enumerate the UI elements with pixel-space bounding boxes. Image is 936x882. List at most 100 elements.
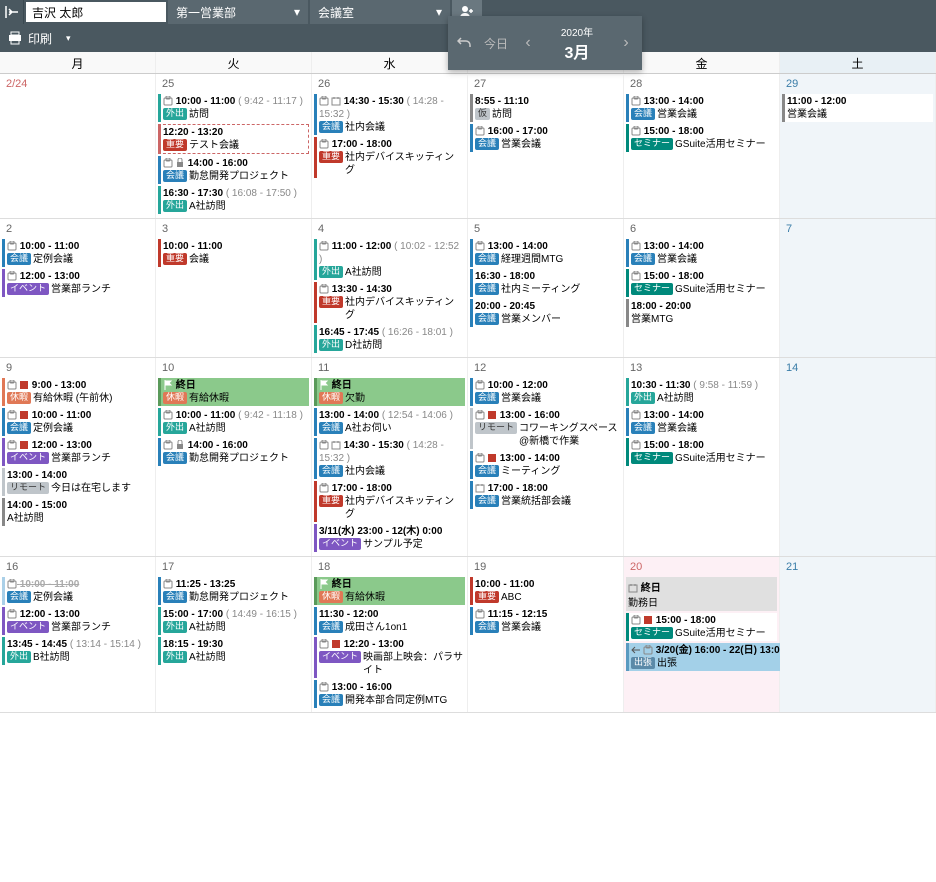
calendar-event[interactable]: 15:00 - 18:00セミナーGSuite活用セミナー <box>626 438 777 466</box>
calendar-event[interactable]: 15:00 - 18:00セミナーGSuite活用セミナー <box>626 124 777 152</box>
calendar-event[interactable]: 終日休暇有給休暇 <box>158 378 309 406</box>
event-title: 営業会議 <box>657 108 775 121</box>
calendar-event[interactable]: 13:00 - 16:00リモートコワーキングスペース@新橋で作業 <box>470 408 621 449</box>
calendar-event[interactable]: 10:00 - 11:00重要会議 <box>158 239 309 267</box>
calendar-event[interactable]: 14:00 - 15:00A社訪問 <box>2 498 153 526</box>
calendar-event[interactable]: 3/11(水) 23:00 - 12(木) 0:00イベントサンプル予定 <box>314 524 465 552</box>
day-cell[interactable]: 2 10:00 - 11:00会議定例会議 12:00 - 13:00イベント営… <box>0 219 156 357</box>
calendar-event[interactable]: 16:30 - 18:00会議社内ミーティング <box>470 269 621 297</box>
day-cell[interactable]: 6 13:00 - 14:00会議営業会議 15:00 - 18:00セミナーG… <box>624 219 780 357</box>
calendar-event[interactable]: 16:00 - 17:00会議営業会議 <box>470 124 621 152</box>
day-cell[interactable]: 7 <box>780 219 936 357</box>
calendar-event[interactable]: 10:30 - 11:30 ( 9:58 - 11:59 )外出A社訪問 <box>626 378 777 406</box>
calendar-event[interactable]: 13:00 - 14:00 ( 12:54 - 14:06 )会議A社お伺い <box>314 408 465 436</box>
toolbar: 印刷 ▾ 今日 ‹ 2020年 3月 › <box>0 24 936 52</box>
day-cell[interactable]: 18 終日休暇有給休暇11:30 - 12:00会議成田さん1on1 12:20… <box>312 557 468 712</box>
day-cell[interactable]: 21 <box>780 557 936 712</box>
calendar-event[interactable]: 17:00 - 18:00会議営業統括部会議 <box>470 481 621 509</box>
calendar-event[interactable]: 15:00 - 17:00 ( 14:49 - 16:15 )外出A社訪問 <box>158 607 309 635</box>
day-cell[interactable]: 4 11:00 - 12:00 ( 10:02 - 12:52 )外出A社訪問 … <box>312 219 468 357</box>
day-cell[interactable]: 28 13:00 - 14:00会議営業会議 15:00 - 18:00セミナー… <box>624 74 780 218</box>
user-name-field[interactable]: 吉沢 太郎 <box>26 2 166 22</box>
calendar-event[interactable]: 11:00 - 12:00営業会議 <box>782 94 933 122</box>
event-title: 定例会議 <box>33 253 151 266</box>
calendar-event[interactable]: 8:55 - 11:10仮訪問 <box>470 94 621 122</box>
event-title: GSuite活用セミナー <box>675 283 775 296</box>
day-cell[interactable]: 16 10:00 - 11:00会議定例会議 12:00 - 13:00イベント… <box>0 557 156 712</box>
prev-month-button[interactable]: ‹ <box>512 16 544 70</box>
calendar-event[interactable]: 10:00 - 11:00重要ABC <box>470 577 621 605</box>
calendar-event[interactable]: 10:00 - 11:00会議定例会議 <box>2 239 153 267</box>
day-cell[interactable]: 2/24 <box>0 74 156 218</box>
calendar-event[interactable]: 18:15 - 19:30外出A社訪問 <box>158 637 309 665</box>
calendar-event[interactable]: 10:00 - 11:00会議定例会議 <box>2 577 153 605</box>
calendar-event[interactable]: 11:15 - 12:15会議営業会議 <box>470 607 621 635</box>
calendar-event[interactable]: 9:00 - 13:00休暇有給休暇 (午前休) <box>2 378 153 406</box>
calendar-event[interactable]: 13:45 - 14:45 ( 13:14 - 15:14 )外出B社訪問 <box>2 637 153 665</box>
calendar-event[interactable]: 13:00 - 14:00会議営業会議 <box>626 94 777 122</box>
calendar-event[interactable]: 15:00 - 18:00セミナーGSuite活用セミナー <box>626 613 777 641</box>
event-tag: リモート <box>475 422 517 434</box>
calendar-event[interactable]: 12:20 - 13:20重要テスト会議 <box>158 124 309 154</box>
day-number: 19 <box>470 559 621 575</box>
calendar-event[interactable]: 11:25 - 13:25会議勤怠開発プロジェクト <box>158 577 309 605</box>
day-cell[interactable]: 2911:00 - 12:00営業会議 <box>780 74 936 218</box>
department-dropdown[interactable]: 第一営業部 ▾ <box>168 0 308 24</box>
calendar-event[interactable]: 17:00 - 18:00重要社内デバイスキッティング <box>314 137 465 178</box>
today-button[interactable]: 今日 <box>480 16 512 70</box>
calendar-event[interactable]: 12:00 - 13:00イベント営業部ランチ <box>2 607 153 635</box>
calendar-event[interactable]: 14:30 - 15:30 ( 14:28 - 15:32 )会議社内会議 <box>314 94 465 135</box>
calendar-event[interactable]: 11:30 - 12:00会議成田さん1on1 <box>314 607 465 635</box>
calendar-event[interactable]: 10:00 - 11:00 ( 9:42 - 11:18 )外出A社訪問 <box>158 408 309 436</box>
calendar-event[interactable]: 10:00 - 12:00会議営業会議 <box>470 378 621 406</box>
day-cell[interactable]: 19 10:00 - 11:00重要ABC 11:15 - 12:15会議営業会議 <box>468 557 624 712</box>
event-tag: 会議 <box>7 422 31 434</box>
calendar-event[interactable]: 13:00 - 16:00会議開発本部合同定例MTG <box>314 680 465 708</box>
event-time: 13:00 - 16:00 <box>332 682 392 693</box>
calendar-event[interactable]: 14:30 - 15:30 ( 14:28 - 15:32 )会議社内会議 <box>314 438 465 479</box>
print-button[interactable]: 印刷 ▾ <box>8 30 71 47</box>
day-cell[interactable]: 26 14:30 - 15:30 ( 14:28 - 15:32 )会議社内会議… <box>312 74 468 218</box>
calendar-event[interactable]: 12:00 - 13:00イベント営業部ランチ <box>2 438 153 466</box>
day-cell[interactable]: 20 終日勤務日 15:00 - 18:00セミナーGSuite活用セミナー 3… <box>624 557 780 712</box>
calendar-event[interactable]: 終日休暇欠勤 <box>314 378 465 406</box>
calendar-event[interactable]: 16:45 - 17:45 ( 16:26 - 18:01 )外出D社訪問 <box>314 325 465 353</box>
calendar-event[interactable]: 13:00 - 14:00会議営業会議 <box>626 408 777 436</box>
calendar-event[interactable]: 16:30 - 17:30 ( 16:08 - 17:50 )外出A社訪問 <box>158 186 309 214</box>
calendar-event[interactable]: 14:00 - 16:00会議勤怠開発プロジェクト <box>158 156 309 184</box>
day-cell[interactable]: 9 9:00 - 13:00休暇有給休暇 (午前休) 10:00 - 11:00… <box>0 358 156 556</box>
calendar-event[interactable]: 14:00 - 16:00会議勤怠開発プロジェクト <box>158 438 309 466</box>
room-dropdown[interactable]: 会議室 ▾ <box>310 0 450 24</box>
day-cell[interactable]: 10 終日休暇有給休暇 10:00 - 11:00 ( 9:42 - 11:18… <box>156 358 312 556</box>
workday-event[interactable]: 終日勤務日 <box>626 577 777 611</box>
next-month-button[interactable]: › <box>610 16 642 70</box>
calendar-event[interactable]: 15:00 - 18:00セミナーGSuite活用セミナー <box>626 269 777 297</box>
day-cell[interactable]: 278:55 - 11:10仮訪問 16:00 - 17:00会議営業会議 <box>468 74 624 218</box>
day-cell[interactable]: 25 10:00 - 11:00 ( 9:42 - 11:17 )外出訪問12:… <box>156 74 312 218</box>
day-cell[interactable]: 17 11:25 - 13:25会議勤怠開発プロジェクト15:00 - 17:0… <box>156 557 312 712</box>
day-cell[interactable]: 12 10:00 - 12:00会議営業会議 13:00 - 16:00リモート… <box>468 358 624 556</box>
calendar-event[interactable]: 13:00 - 14:00会議ミーティング <box>470 451 621 479</box>
undo-button[interactable] <box>448 16 480 70</box>
calendar-event[interactable]: 12:00 - 13:00イベント営業部ランチ <box>2 269 153 297</box>
calendar-event[interactable]: 13:30 - 14:30重要社内デバイスキッティング <box>314 282 465 323</box>
calendar-event[interactable]: 10:00 - 11:00 ( 9:42 - 11:17 )外出訪問 <box>158 94 309 122</box>
expand-sidebar-button[interactable] <box>0 0 24 24</box>
calendar-event[interactable]: 10:00 - 11:00会議定例会議 <box>2 408 153 436</box>
day-cell[interactable]: 5 13:00 - 14:00会議経理週間MTG16:30 - 18:00会議社… <box>468 219 624 357</box>
day-cell[interactable]: 14 <box>780 358 936 556</box>
calendar-event[interactable]: 終日休暇有給休暇 <box>314 577 465 605</box>
calendar-event[interactable]: 18:00 - 20:00営業MTG <box>626 299 777 327</box>
day-cell[interactable]: 310:00 - 11:00重要会議 <box>156 219 312 357</box>
calendar-event[interactable]: 13:00 - 14:00リモート今日は在宅します <box>2 468 153 496</box>
day-cell[interactable]: 11 終日休暇欠勤13:00 - 14:00 ( 12:54 - 14:06 )… <box>312 358 468 556</box>
calendar-event[interactable]: 13:00 - 14:00会議営業会議 <box>626 239 777 267</box>
event-title: テスト会議 <box>189 139 306 152</box>
event-icons <box>163 380 173 390</box>
calendar-event[interactable]: 20:00 - 20:45会議営業メンバー <box>470 299 621 327</box>
day-cell[interactable]: 1310:30 - 11:30 ( 9:58 - 11:59 )外出A社訪問 1… <box>624 358 780 556</box>
calendar-event[interactable]: 12:20 - 13:00イベント映画部上映会：パラサイト <box>314 637 465 678</box>
calendar-event[interactable]: 13:00 - 14:00会議経理週間MTG <box>470 239 621 267</box>
calendar-event[interactable]: 17:00 - 18:00重要社内デバイスキッティング <box>314 481 465 522</box>
calendar-event[interactable]: 11:00 - 12:00 ( 10:02 - 12:52 )外出A社訪問 <box>314 239 465 280</box>
